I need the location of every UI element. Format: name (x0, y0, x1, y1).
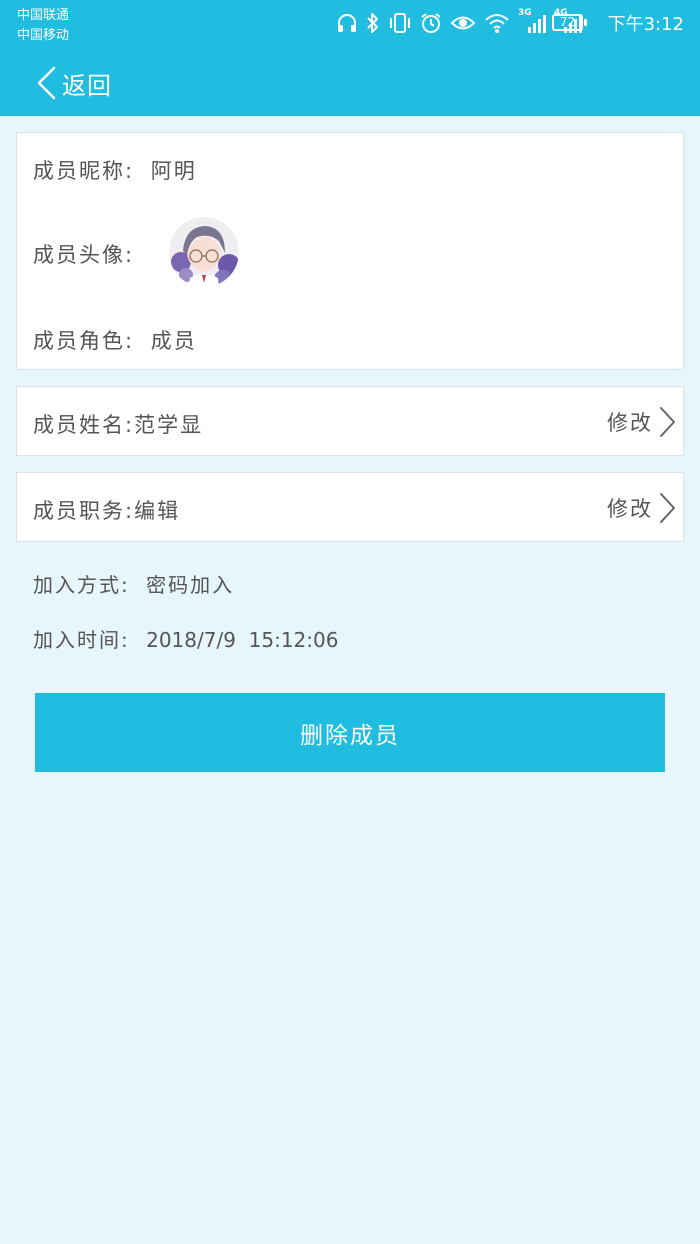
role-row: 成员角色: 成员 (33, 325, 197, 355)
join-time-label: 加入时间: (33, 628, 130, 652)
bluetooth-icon (367, 13, 378, 33)
member-info-card: 成员昵称: 阿明 成员头像: 成员角色: 成员 (16, 132, 684, 370)
battery-icon: 72 (552, 14, 587, 31)
headphones-icon (338, 14, 356, 32)
join-time-row: 加入时间: 2018/7/9 15:12:06 (33, 624, 338, 653)
avatar (169, 217, 239, 287)
join-method-row: 加入方式: 密码加入 (33, 569, 234, 598)
signal-3g-icon: 3G (518, 8, 546, 34)
nickname-value: 阿明 (150, 159, 197, 183)
name-label: 成员姓名: (33, 413, 135, 437)
name-text: 成员姓名:范学显 (33, 409, 203, 439)
alarm-icon (421, 13, 441, 33)
chevron-right-icon (660, 493, 675, 523)
name-value: 范学显 (134, 413, 204, 437)
edit-position-button[interactable]: 修改 (607, 491, 677, 525)
role-value: 成员 (150, 329, 197, 353)
position-text: 成员职务:编辑 (33, 495, 180, 525)
member-name-row[interactable]: 成员姓名:范学显 修改 (16, 386, 684, 456)
member-position-row[interactable]: 成员职务:编辑 修改 (16, 472, 684, 542)
navigation-bar: 返回 (0, 50, 700, 116)
battery-level: 72 (559, 15, 576, 29)
chevron-left-icon (37, 66, 56, 100)
status-icons: 3G 4G (336, 8, 582, 34)
avatar-row-label: 成员头像: (33, 239, 134, 269)
status-bar: 中国联通 中国移动 3G 4G 72 下午3:12 (0, 0, 700, 50)
join-time-value: 2018/7/9 15:12:06 (146, 628, 339, 652)
back-button[interactable]: 返回 (34, 64, 112, 102)
nickname-row: 成员昵称: 阿明 (33, 155, 197, 185)
edit-position-label: 修改 (607, 497, 653, 521)
join-method-value: 密码加入 (146, 573, 235, 597)
wifi-icon (485, 14, 509, 33)
role-label: 成员角色: (33, 329, 135, 353)
edit-name-label: 修改 (607, 411, 653, 435)
position-label: 成员职务: (33, 499, 135, 523)
carrier-info: 中国联通 中国移动 (17, 6, 69, 46)
nickname-label: 成员昵称: (33, 159, 135, 183)
edit-name-button[interactable]: 修改 (607, 405, 677, 439)
chevron-right-icon (660, 407, 675, 437)
join-method-label: 加入方式: (33, 573, 130, 597)
carrier-secondary: 中国移动 (17, 28, 70, 43)
position-value: 编辑 (134, 499, 181, 523)
eye-icon (450, 16, 476, 30)
back-label: 返回 (62, 71, 112, 100)
clock: 下午3:12 (607, 14, 684, 35)
vibrate-icon (390, 13, 410, 33)
carrier-primary: 中国联通 (17, 8, 70, 23)
avatar-label: 成员头像: (33, 243, 135, 267)
delete-member-button[interactable]: 删除成员 (35, 693, 665, 772)
